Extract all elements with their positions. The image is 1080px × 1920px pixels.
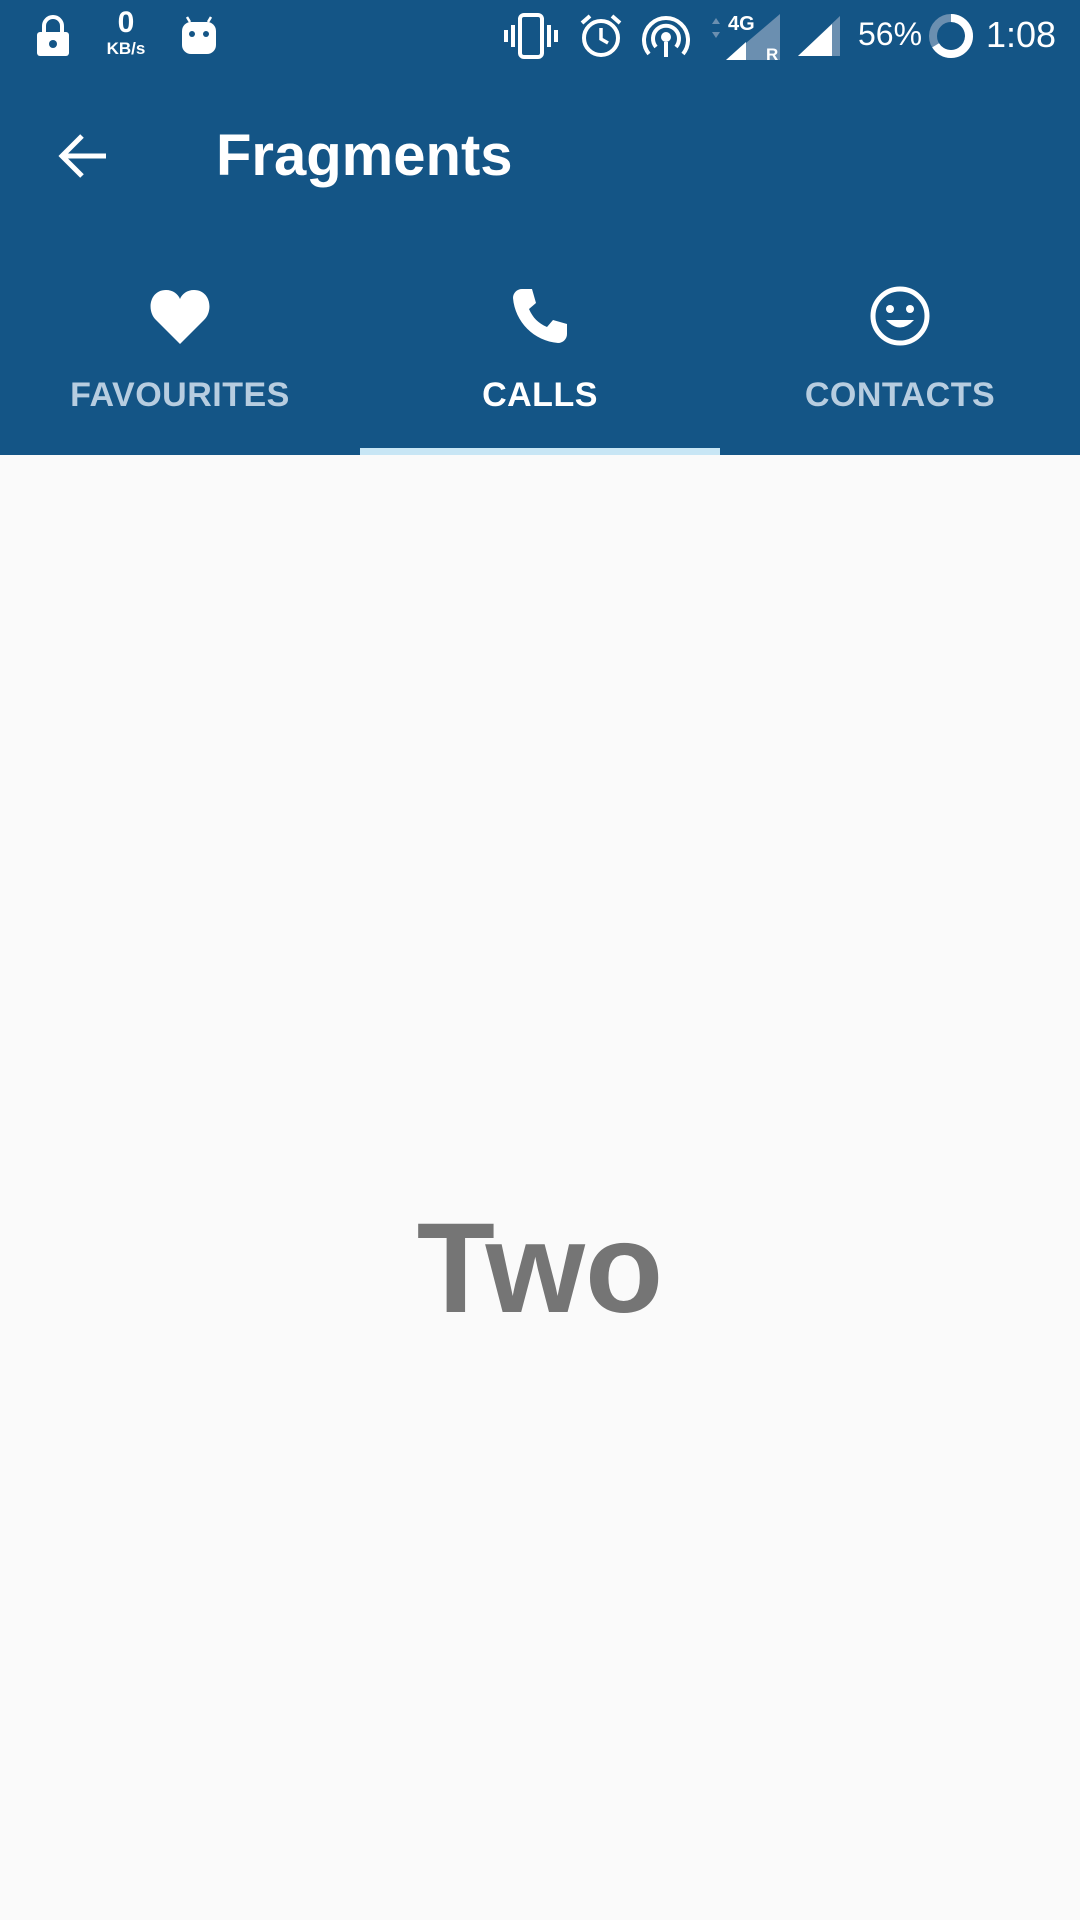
network-speed-value: 0 bbox=[117, 6, 135, 39]
back-button[interactable] bbox=[40, 112, 128, 200]
battery-percent: 56% bbox=[858, 16, 923, 52]
tab-calls[interactable]: CALLS bbox=[360, 240, 720, 455]
android-icon bbox=[178, 0, 220, 72]
network-speed-unit: KB/s bbox=[106, 39, 146, 58]
signal-4g-icon: 4G R bbox=[704, 0, 786, 72]
fragment-content: Two bbox=[0, 455, 1080, 1920]
hotspot-icon bbox=[640, 0, 692, 72]
clock: 1:08 bbox=[986, 14, 1057, 55]
battery-icon bbox=[926, 0, 976, 72]
app-screen: 0 KB/s 4G R 56% 1:08 Fragments FAVOURITE… bbox=[0, 0, 1080, 1920]
heart-icon bbox=[0, 280, 360, 352]
tab-bar: FAVOURITES CALLS CONTACTS bbox=[0, 240, 1080, 455]
tab-contacts[interactable]: CONTACTS bbox=[720, 240, 1080, 455]
page-title: Fragments bbox=[216, 123, 513, 188]
smiley-icon bbox=[720, 280, 1080, 352]
toolbar: Fragments bbox=[0, 72, 1080, 240]
vibrate-icon bbox=[502, 0, 560, 72]
tab-label-contacts: CONTACTS bbox=[804, 376, 996, 414]
network-speed: 0 KB/s bbox=[98, 6, 154, 58]
tab-label-calls: CALLS bbox=[482, 376, 598, 414]
fragment-text: Two bbox=[416, 1197, 664, 1340]
network-type-text: 4G bbox=[728, 13, 755, 35]
app-bar: 0 KB/s 4G R 56% 1:08 Fragments FAVOURITE… bbox=[0, 0, 1080, 455]
tab-favourites[interactable]: FAVOURITES bbox=[0, 240, 360, 455]
alarm-icon bbox=[576, 0, 626, 72]
tab-label-favourites: FAVOURITES bbox=[70, 376, 290, 414]
roaming-text: R bbox=[766, 45, 778, 62]
lock-icon bbox=[30, 0, 76, 72]
arrow-back-icon bbox=[58, 134, 106, 178]
tab-indicator bbox=[360, 448, 720, 455]
signal-icon bbox=[796, 0, 842, 72]
status-bar: 0 KB/s 4G R 56% 1:08 bbox=[0, 0, 1080, 72]
phone-icon bbox=[360, 280, 720, 352]
